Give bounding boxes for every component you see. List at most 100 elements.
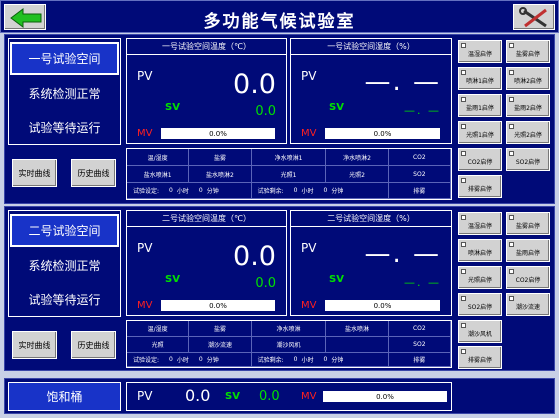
lab1-grid-cell: 净水喷淋1 [251, 149, 327, 166]
lab2-switch[interactable]: 盐雾启停 [506, 212, 550, 235]
lab1-timer-m-unit-2: 分钟 [331, 188, 344, 195]
lab2-grid-cell: 盐水喷淋 [326, 321, 389, 337]
lab1-hum-mv-label: MV [301, 128, 317, 139]
lab2-grid-cell: CO2 [388, 321, 451, 337]
lab2-section: 二号试验空间 系统检测正常 试验等待运行 实时曲线 历史曲线 二号试验空间温度（… [4, 206, 555, 371]
lab1-timer-remain-label: 试验剩余: [257, 188, 284, 195]
lab1-timer-set: 试验设定: 0 小时 0 分钟 [127, 183, 252, 199]
lab2-switch[interactable]: 潮沙风机 [458, 320, 502, 343]
lab2-status-grid: 温/湿度 盐雾 净水喷淋 盐水喷淋 CO2 光照 潮沙流速 潮沙风机 SO2 试… [126, 320, 452, 368]
lab1-hum-sv-value: —. — [404, 104, 441, 117]
lab2-history-curve-button[interactable]: 历史曲线 [71, 331, 116, 359]
lab2-timer-remain: 试验剩余: 0 小时 0 分钟 [251, 353, 389, 367]
lab2-temp-gauge: 二号试验空间温度（℃） PV 0.0 SV 0.0 MV 0.0% [126, 210, 287, 316]
lab2-grid-cell: SO2 [388, 337, 451, 353]
lab1-grid-cell: 光照2 [326, 166, 389, 183]
lab1-switch[interactable]: 光照2启停 [506, 121, 550, 144]
lab2-switch[interactable]: SO2启停 [458, 293, 502, 316]
lab2-timer-set-m[interactable]: 0 [199, 356, 203, 363]
lab2-realtime-curve-button[interactable]: 实时曲线 [12, 331, 57, 359]
lab2-switch[interactable]: 盐雨启停 [506, 239, 550, 262]
lab1-timer-h-unit: 小时 [176, 188, 189, 195]
lab2-grid-cell: 温/湿度 [127, 321, 190, 337]
lab2-temp-pv-value: 0.0 [233, 241, 276, 272]
lab1-timer-h-unit-2: 小时 [301, 188, 314, 195]
lab1-nav-space[interactable]: 一号试验空间 [10, 42, 119, 75]
lab2-grid-cell: 光照 [127, 337, 190, 353]
lab2-switch[interactable]: CO2启停 [506, 266, 550, 289]
lab1-temp-sv-value: 0.0 [255, 104, 276, 119]
lab2-grid-cell [326, 337, 389, 353]
lab1-switch[interactable]: CO2启停 [458, 148, 502, 171]
lab1-nav-status: 系统检测正常 [28, 86, 101, 101]
lab2-timer-rem-m: 0 [323, 356, 328, 363]
lab1-nav-run-state: 试验等待运行 [28, 120, 101, 135]
page-title: 多功能气候试验室 [203, 12, 356, 32]
lab1-timer-set-h[interactable]: 0 [169, 187, 173, 194]
tools-button[interactable] [513, 4, 555, 30]
lab1-switch[interactable]: 盐雨1启停 [458, 94, 502, 117]
lab2-switch[interactable]: 温湿启停 [458, 212, 502, 235]
lab2-switch-panel: 温湿启停 盐雾启停 喷淋启停 盐雨启停 光照启停 CO2启停 SO2启停 潮沙流… [456, 210, 552, 370]
lab2-temp-title: 二号试验空间温度（℃） [127, 211, 286, 227]
bucket-sv-value: 0.0 [259, 389, 280, 404]
lab1-temp-mv-bar: 0.0% [161, 128, 275, 139]
lab2-hum-pv-label: PV [301, 241, 317, 255]
lab1-switch[interactable]: 盐雾启停 [506, 40, 550, 63]
lab1-grid-cell: 光照1 [251, 166, 327, 183]
lab2-hum-pv-value: —. — [364, 239, 441, 269]
lab1-switch[interactable]: 喷淋1启停 [458, 67, 502, 90]
lab2-switch[interactable]: 排雾启停 [458, 346, 502, 369]
lab1-switch[interactable]: 温湿启停 [458, 40, 502, 63]
lab2-timer-set-h[interactable]: 0 [169, 356, 173, 363]
lab1-grid-cell: 温/湿度 [127, 149, 190, 166]
lab1-switch[interactable]: 盐雨2启停 [506, 94, 550, 117]
lab1-grid-cell: 净水喷淋2 [326, 149, 389, 166]
lab1-hum-pv-label: PV [301, 69, 317, 83]
bucket-sv-label: SV [225, 391, 240, 402]
lab2-timer-rem-h: 0 [293, 356, 298, 363]
bucket-gauge: PV 0.0 SV 0.0 MV 0.0% [126, 382, 452, 411]
lab2-nav-run-state: 试验等待运行 [28, 292, 101, 307]
lab2-timer-h-unit: 小时 [176, 357, 189, 364]
lab1-switch[interactable]: 排雾启停 [458, 175, 502, 198]
lab2-timer-set-label: 试验设定: [133, 357, 160, 364]
lab2-nav-space[interactable]: 二号试验空间 [10, 214, 119, 247]
lab2-temp-mv-bar: 0.0% [161, 300, 275, 311]
lab2-temp-sv-label: SV [165, 274, 180, 285]
lab2-hum-sv-label: SV [329, 274, 344, 285]
lab1-temp-pv-label: PV [137, 69, 153, 83]
lab1-temp-gauge: 一号试验空间温度（℃） PV 0.0 SV 0.0 MV 0.0% [126, 38, 287, 144]
header-bar: 多功能气候试验室 [0, 0, 559, 33]
lab1-timer-m-unit: 分钟 [206, 188, 219, 195]
lab1-history-curve-button[interactable]: 历史曲线 [71, 159, 116, 187]
lab1-section: 一号试验空间 系统检测正常 试验等待运行 实时曲线 历史曲线 一号试验空间温度（… [4, 34, 555, 204]
lab2-grid-cell: 净水喷淋 [251, 321, 327, 337]
lab1-switch[interactable]: 喷淋2启停 [506, 67, 550, 90]
lab1-temp-sv-label: SV [165, 102, 180, 113]
lab2-nav: 二号试验空间 系统检测正常 试验等待运行 [8, 210, 121, 317]
lab1-temp-title: 一号试验空间温度（℃） [127, 39, 286, 55]
bucket-pv-value: 0.0 [185, 386, 211, 405]
lab1-grid-cell: 盐雾 [189, 149, 252, 166]
bucket-label[interactable]: 饱和桶 [8, 382, 121, 411]
lab1-grid-exhaust: 排雾 [388, 183, 451, 199]
lab2-hum-sv-value: —. — [404, 276, 441, 289]
bucket-pv-label: PV [137, 389, 153, 403]
lab1-hum-sv-label: SV [329, 102, 344, 113]
lab1-timer-set-m[interactable]: 0 [199, 187, 203, 194]
lab2-hum-title: 二号试验空间湿度（%） [291, 211, 451, 227]
lab1-grid-cell: 盐水喷淋1 [127, 166, 190, 183]
lab2-hum-mv-label: MV [301, 300, 317, 311]
lab2-switch[interactable]: 光照启停 [458, 266, 502, 289]
lab1-timer-rem-m: 0 [323, 187, 328, 194]
lab1-grid-cell: SO2 [388, 166, 451, 183]
lab1-timer-rem-h: 0 [293, 187, 298, 194]
lab2-switch[interactable]: 喷淋启停 [458, 239, 502, 262]
lab2-grid-cell: 潮沙流速 [189, 337, 252, 353]
lab2-switch[interactable]: 潮沙流速 [506, 293, 550, 316]
lab1-realtime-curve-button[interactable]: 实时曲线 [12, 159, 57, 187]
lab1-switch[interactable]: SO2启停 [506, 148, 550, 171]
lab1-switch[interactable]: 光照1启停 [458, 121, 502, 144]
lab2-grid-exhaust: 排雾 [388, 353, 451, 367]
